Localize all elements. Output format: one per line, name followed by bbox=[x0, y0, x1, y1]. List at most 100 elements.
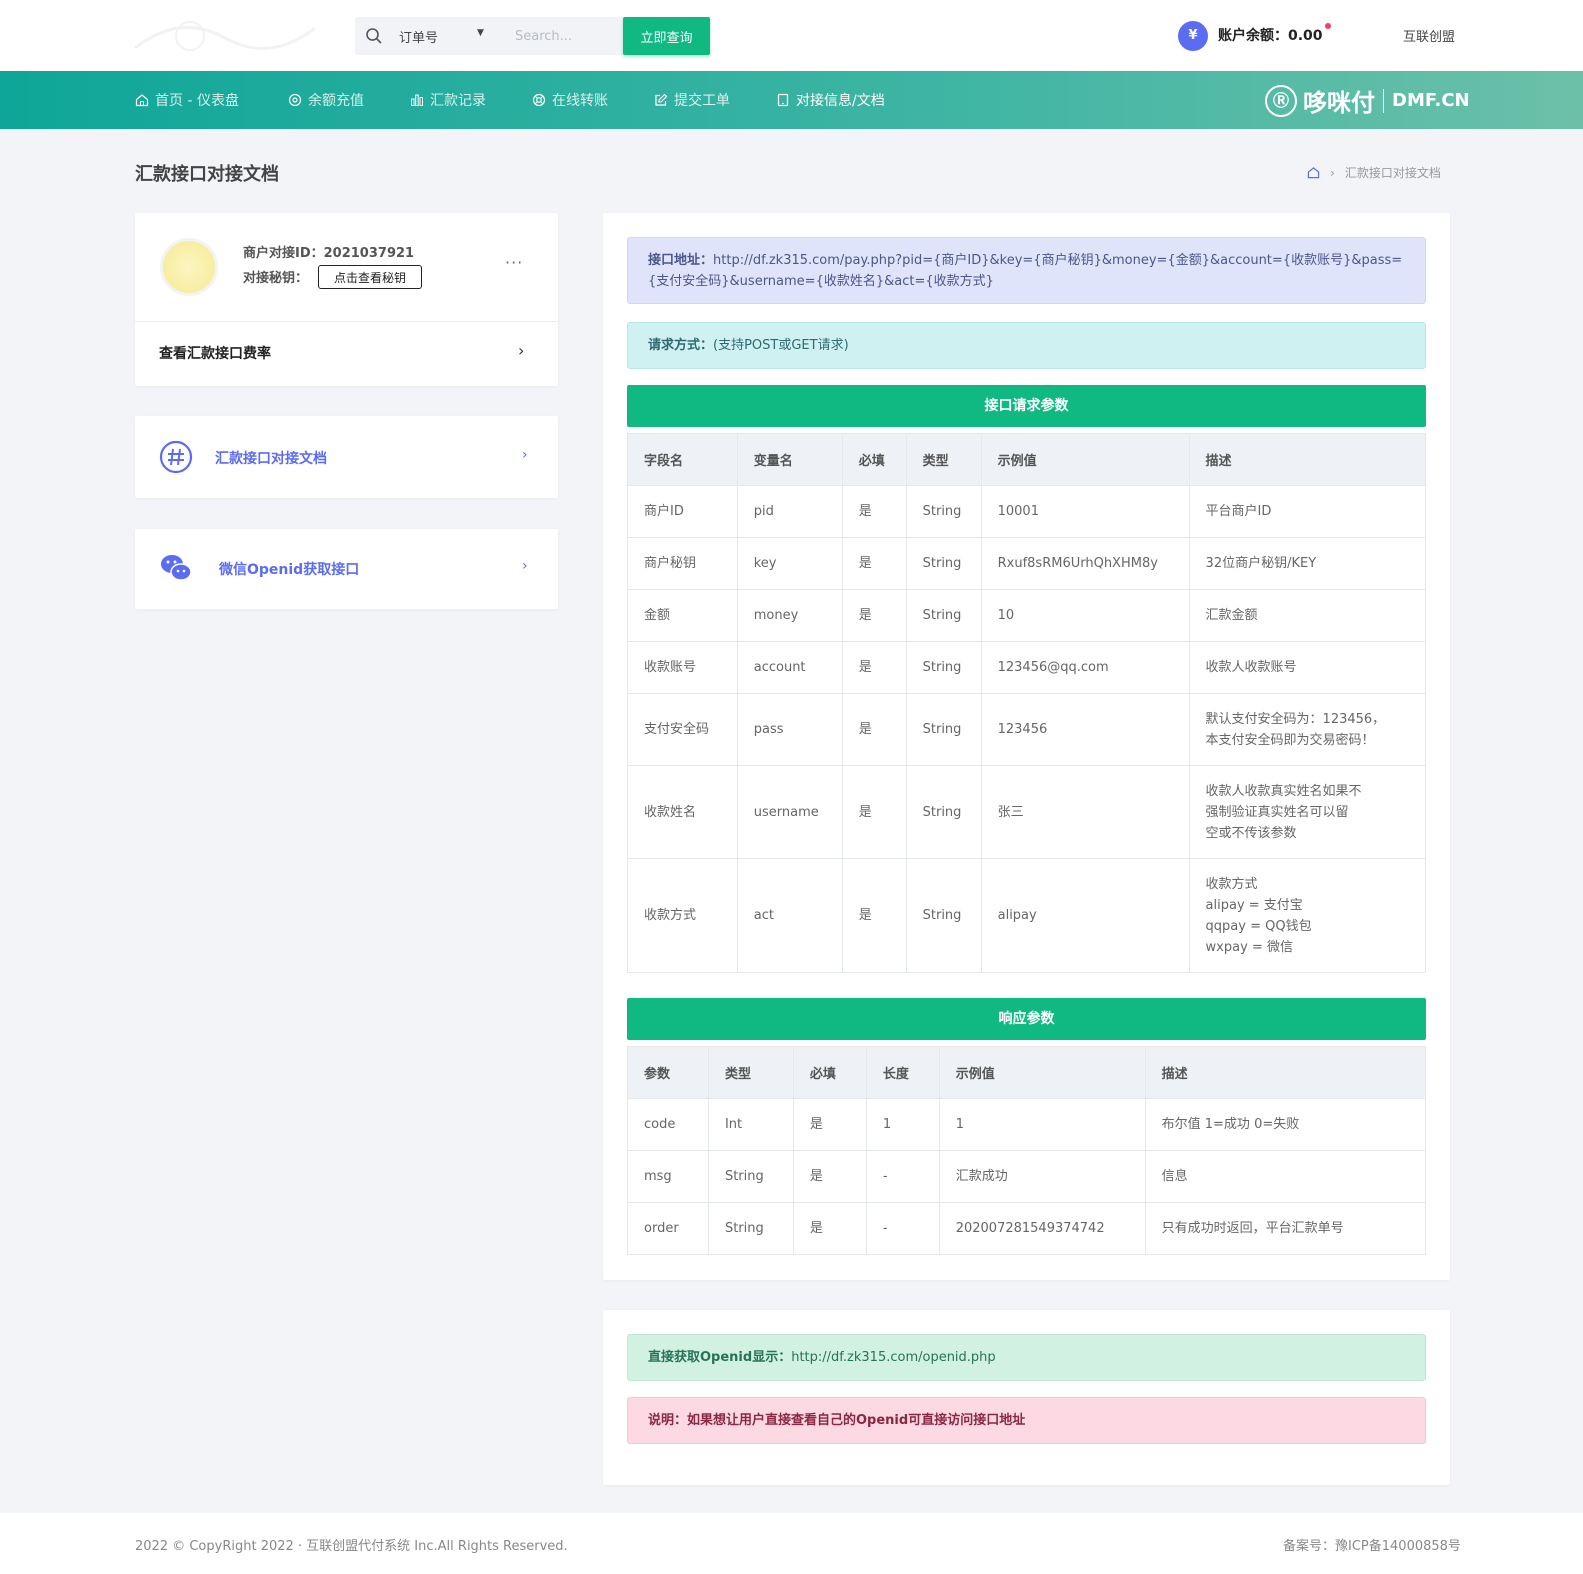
circle-icon bbox=[288, 93, 302, 107]
nav-item-records[interactable]: 汇款记录 bbox=[410, 90, 486, 110]
lifebuoy-icon bbox=[532, 93, 546, 107]
column-header: 示例值 bbox=[938, 1046, 1146, 1099]
brand-icon: Ⓡ bbox=[1265, 84, 1297, 117]
openid-label: 直接获取Openid显示： bbox=[648, 1350, 792, 1365]
table-row: 商户ID pid 是 String 10001 平台商户ID bbox=[627, 485, 1427, 538]
method-alert: 请求方式：(支持POST或GET请求) bbox=[627, 322, 1426, 369]
openid-url[interactable]: http://df.zk315.com/openid.php bbox=[791, 1350, 995, 1365]
table-cell: - bbox=[865, 1202, 940, 1255]
table-row: 收款方式 act 是 String alipay 收款方式 alipay = 支付宝 qq… bbox=[627, 858, 1427, 973]
table-cell: 商户ID bbox=[627, 485, 738, 538]
doc-link-card[interactable]: 汇款接口对接文档 › bbox=[135, 416, 558, 498]
table-cell: msg bbox=[627, 1150, 709, 1203]
table-cell: 收款账号 bbox=[627, 641, 738, 694]
nav-item-home[interactable]: 首页 - 仪表盘 bbox=[135, 90, 239, 110]
footer: 2022 © CopyRight 2022 · 互联创盟代付系统 Inc.All… bbox=[0, 1513, 1583, 1574]
search-icon bbox=[366, 28, 382, 44]
table-cell: Rxuf8sRM6UrhQhXHM8y bbox=[980, 537, 1190, 590]
api-url-label: 接口地址： bbox=[648, 253, 714, 268]
yuan-icon[interactable]: ¥ bbox=[1178, 21, 1208, 51]
divider bbox=[135, 321, 558, 322]
search-type-select[interactable]: 订单号 bbox=[399, 27, 438, 46]
openid-link-card[interactable]: 微信Openid获取接口 › bbox=[135, 529, 558, 609]
table-cell: String bbox=[905, 641, 982, 694]
table-cell: String bbox=[905, 537, 982, 590]
nav-item-transfer[interactable]: 在线转账 bbox=[532, 90, 608, 110]
table-cell: 布尔值 1=成功 0=失败 bbox=[1144, 1098, 1427, 1151]
table-cell: Int bbox=[707, 1098, 794, 1151]
table-cell: pid bbox=[736, 485, 843, 538]
api-url-value: http://df.zk315.com/pay.php?pid={商户ID}&k… bbox=[648, 253, 1403, 289]
table-header-row: 字段名 变量名 必填 类型 示例值 描述 bbox=[627, 433, 1427, 486]
bar-chart-icon bbox=[411, 94, 423, 106]
table-cell: String bbox=[905, 485, 982, 538]
table-cell: - bbox=[865, 1150, 940, 1203]
chevron-right-icon[interactable]: › bbox=[522, 558, 528, 574]
table-cell: String bbox=[707, 1202, 794, 1255]
query-button[interactable]: 立即查询 bbox=[623, 17, 710, 55]
table-cell: 1 bbox=[865, 1098, 940, 1151]
column-header: 必填 bbox=[792, 1046, 867, 1099]
balance-text[interactable]: 账户余额：0.00 bbox=[1218, 25, 1323, 45]
openid-note-alert: 说明：如果想让用户直接查看自己的Openid可直接访问接口地址 bbox=[627, 1397, 1426, 1444]
table-cell: alipay bbox=[980, 858, 1190, 973]
nav-item-label: 余额充值 bbox=[308, 93, 364, 109]
column-header: 描述 bbox=[1144, 1046, 1427, 1099]
chevron-right-icon[interactable]: › bbox=[522, 447, 528, 463]
table-row: 收款姓名 username 是 String 张三 收款人收款真实姓名如果不 强制验证真实… bbox=[627, 765, 1427, 859]
openid-link-label[interactable]: 微信Openid获取接口 bbox=[219, 559, 359, 579]
user-menu[interactable]: 互联创盟 bbox=[1403, 26, 1455, 45]
table-cell: 是 bbox=[792, 1098, 867, 1151]
table-cell: 1 bbox=[938, 1098, 1146, 1151]
table-cell: 是 bbox=[841, 589, 907, 642]
api-url-alert: 接口地址：http://df.zk315.com/pay.php?pid={商户… bbox=[627, 237, 1426, 304]
logo-watermark bbox=[134, 21, 316, 51]
brand-name-cn: 哆咪付 bbox=[1303, 89, 1375, 117]
doc-link-label[interactable]: 汇款接口对接文档 bbox=[215, 448, 327, 468]
response-params-header: 响应参数 bbox=[627, 998, 1426, 1040]
openid-note: 说明：如果想让用户直接查看自己的Openid可直接访问接口地址 bbox=[648, 1413, 1026, 1428]
more-icon[interactable]: ··· bbox=[505, 253, 523, 272]
view-secret-button[interactable]: 点击查看秘钥 bbox=[318, 265, 422, 289]
table-cell: String bbox=[707, 1150, 794, 1203]
table-cell: 123456@qq.com bbox=[980, 641, 1190, 694]
table-cell: 收款姓名 bbox=[627, 765, 738, 859]
method-label: 请求方式： bbox=[648, 338, 714, 353]
breadcrumb-separator: › bbox=[1330, 165, 1335, 180]
search-input[interactable] bbox=[515, 25, 625, 47]
view-rate-link[interactable]: 查看汇款接口费率 bbox=[159, 343, 271, 363]
home-icon[interactable] bbox=[1307, 166, 1320, 179]
nav-item-label: 在线转账 bbox=[552, 93, 608, 109]
nav-item-docs[interactable]: 对接信息/文档 bbox=[776, 90, 885, 110]
table-cell: 123456 bbox=[980, 693, 1190, 766]
doc-panel: 接口地址：http://df.zk315.com/pay.php?pid={商户… bbox=[603, 213, 1450, 1280]
table-header-row: 参数 类型 必填 长度 示例值 描述 bbox=[627, 1046, 1427, 1099]
secret-label: 对接秘钥： bbox=[243, 271, 309, 286]
table-row: 支付安全码 pass 是 String 123456 默认支付安全码为：123456， 本… bbox=[627, 693, 1427, 766]
nav-item-ticket[interactable]: 提交工单 bbox=[654, 90, 730, 110]
nav-item-label: 提交工单 bbox=[674, 93, 730, 109]
chevron-down-icon[interactable]: ▼ bbox=[477, 28, 484, 38]
chevron-right-icon[interactable]: › bbox=[518, 341, 524, 360]
table-cell: 32位商户秘钥/KEY bbox=[1188, 537, 1427, 590]
column-header: 长度 bbox=[865, 1046, 940, 1099]
table-cell: 是 bbox=[841, 858, 907, 973]
brand-logo[interactable]: Ⓡ 哆咪付 DMF.CN bbox=[1265, 83, 1470, 118]
table-cell: 收款方式 alipay = 支付宝 qqpay = QQ钱包 wxpay = 微… bbox=[1188, 858, 1427, 973]
table-cell: 商户秘钥 bbox=[627, 537, 738, 590]
column-header: 类型 bbox=[707, 1046, 794, 1099]
table-cell: key bbox=[736, 537, 843, 590]
profile-card: 商户对接ID：2021037921 对接秘钥： 点击查看秘钥 ··· 查看汇款接… bbox=[135, 213, 558, 386]
main-nav: 首页 - 仪表盘 余额充值 汇款记录 在线转账 提交工单 对接信息/文档 Ⓡ 哆… bbox=[0, 71, 1583, 129]
table-cell: 收款方式 bbox=[627, 858, 738, 973]
table-cell: String bbox=[905, 589, 982, 642]
table-cell: pass bbox=[736, 693, 843, 766]
column-header: 必填 bbox=[841, 433, 907, 486]
table-cell: 是 bbox=[792, 1202, 867, 1255]
nav-item-recharge[interactable]: 余额充值 bbox=[288, 90, 364, 110]
column-header: 参数 bbox=[627, 1046, 709, 1099]
table-cell: 是 bbox=[841, 693, 907, 766]
column-header: 字段名 bbox=[627, 433, 738, 486]
merchant-id: 商户对接ID：2021037921 bbox=[243, 246, 415, 261]
icp-record[interactable]: 备案号：豫ICP备14000858号 bbox=[1283, 1535, 1461, 1554]
